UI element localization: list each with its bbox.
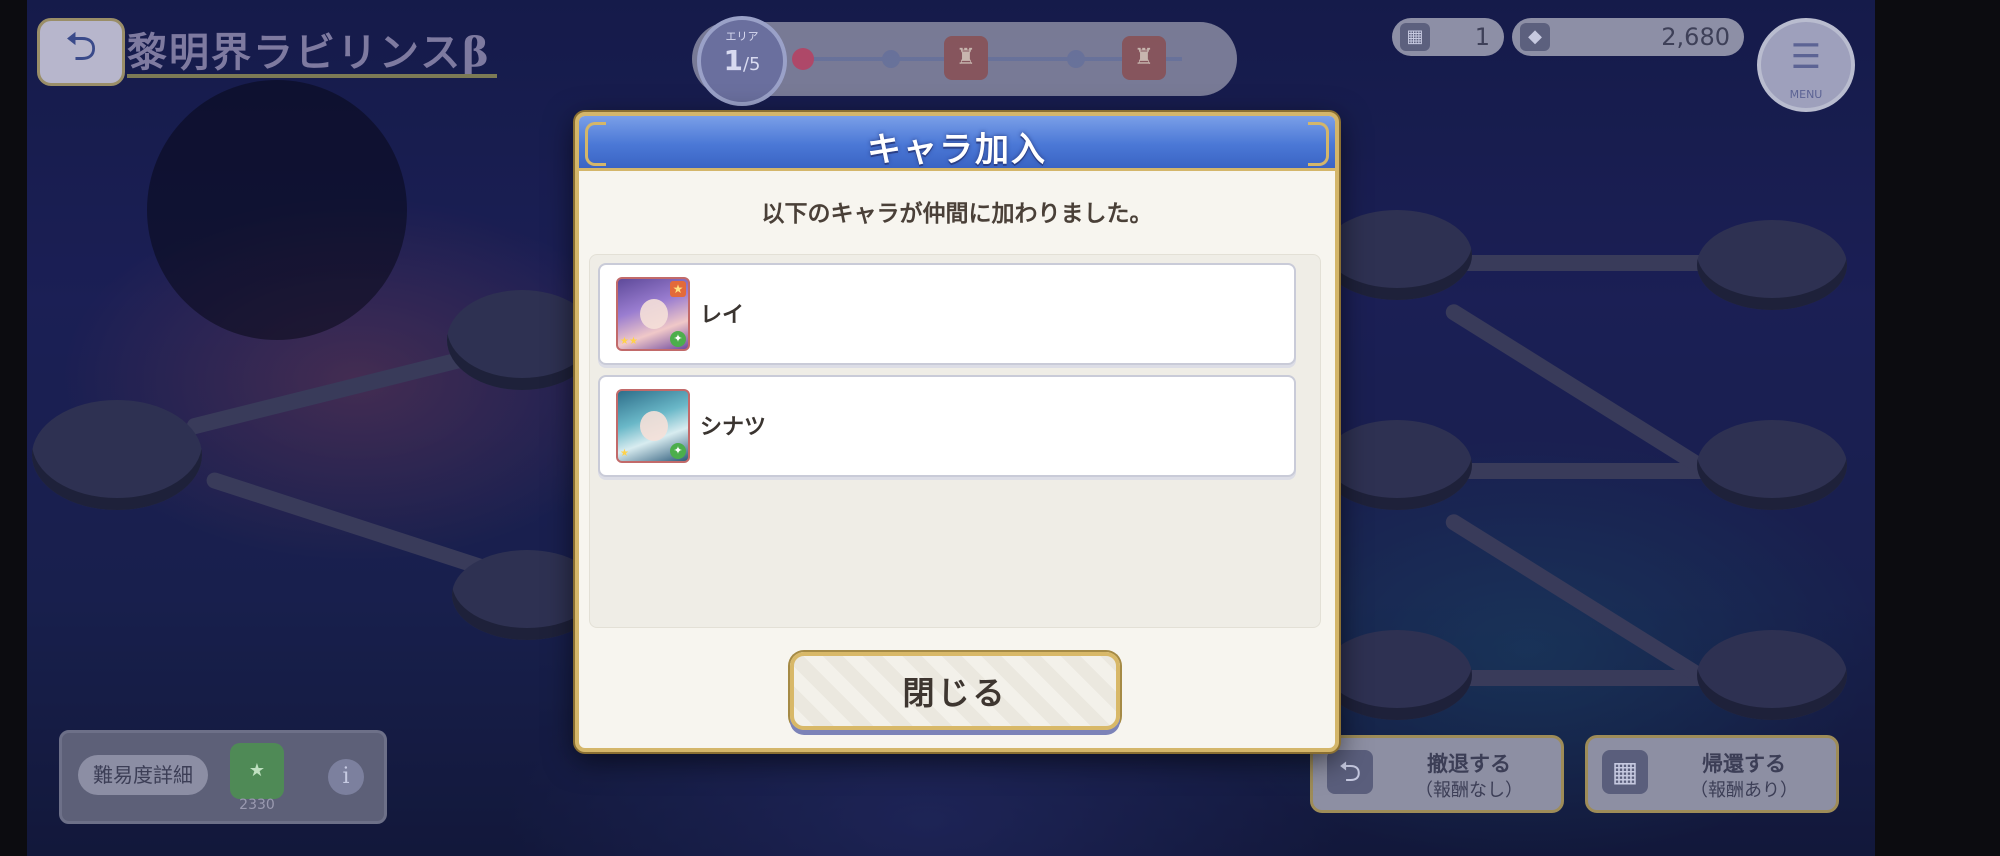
element-icon: ✦	[670, 331, 686, 347]
portrait-face	[640, 411, 668, 441]
back-button[interactable]: ⮌	[37, 18, 125, 86]
area-current: 1	[723, 44, 743, 77]
title-underline	[127, 74, 497, 78]
retreat-sublabel: （報酬なし）	[1415, 780, 1523, 801]
shinatsu-portrait: ✦ ★	[616, 389, 690, 463]
dialog-title: キャラ加入	[867, 130, 1047, 170]
rank-icon: ★	[670, 281, 686, 297]
close-button[interactable]: 閉じる	[790, 652, 1120, 730]
character-list[interactable]: ★ ✦ ★★ レイ ✦ ★ シナツ	[589, 254, 1321, 628]
ticket-icon: ▦	[1400, 23, 1430, 51]
star-icon: ★	[620, 448, 629, 459]
character-name: レイ	[700, 303, 745, 328]
dialog-header: キャラ加入	[579, 116, 1335, 171]
area-badge: エリア 1/5	[697, 16, 787, 106]
retreat-no-reward-button[interactable]: ⮌ 撤退する （報酬なし）	[1310, 735, 1564, 813]
progress-dot	[1067, 50, 1085, 68]
close-button-label: 閉じる	[902, 674, 1008, 712]
star-icon: ★★	[620, 336, 638, 347]
gem-count: 2,680	[1661, 23, 1730, 51]
ticket-counter: ▦ 1	[1392, 18, 1504, 56]
list-item: ✦ ★ シナツ	[598, 375, 1296, 477]
return-label: 帰還する	[1702, 752, 1786, 776]
return-sublabel: （報酬あり）	[1690, 780, 1798, 801]
area-total: /5	[742, 54, 761, 75]
progress-dot	[882, 50, 900, 68]
difficulty-badge-value: 2330	[239, 797, 275, 813]
menu-icon: ☰	[1790, 37, 1822, 77]
character-name: シナツ	[700, 415, 767, 440]
return-with-reward-button[interactable]: ▦ 帰還する （報酬あり）	[1585, 735, 1839, 813]
portrait-face	[640, 299, 668, 329]
return-ticket-icon: ▦	[1602, 750, 1648, 794]
area-badge-caption: エリア	[725, 30, 759, 43]
boss-icon: ♜	[944, 36, 988, 80]
boss-icon: ♜	[1122, 36, 1166, 80]
page-title: 黎明界ラビリンスβ	[127, 29, 491, 76]
gem-icon: ◆	[1520, 23, 1550, 51]
menu-label: MENU	[1789, 88, 1823, 101]
element-icon: ✦	[670, 443, 686, 459]
retreat-arrow-icon: ⮌	[1327, 750, 1373, 794]
dialog-message: 以下のキャラが仲間に加わりました。	[761, 201, 1153, 227]
rei-portrait: ★ ✦ ★★	[616, 277, 690, 351]
menu-button[interactable]: ☰ MENU	[1757, 18, 1855, 112]
progress-current-dot	[792, 48, 814, 70]
list-item: ★ ✦ ★★ レイ	[598, 263, 1296, 365]
difficulty-detail-button[interactable]: 難易度詳細	[78, 755, 208, 795]
difficulty-badge-icon: ★	[230, 743, 284, 799]
ticket-count: 1	[1474, 23, 1490, 51]
back-arrow-icon: ⮌	[64, 24, 98, 70]
info-icon[interactable]: i	[328, 759, 364, 795]
character-join-dialog: キャラ加入 以下のキャラが仲間に加わりました。 ★ ✦ ★★ レイ ✦ ★ シナ…	[575, 112, 1339, 752]
difficulty-panel: 難易度詳細 ★ 2330 i	[59, 730, 387, 824]
retreat-label: 撤退する	[1427, 752, 1511, 776]
gem-counter: ◆ 2,680	[1512, 18, 1744, 56]
